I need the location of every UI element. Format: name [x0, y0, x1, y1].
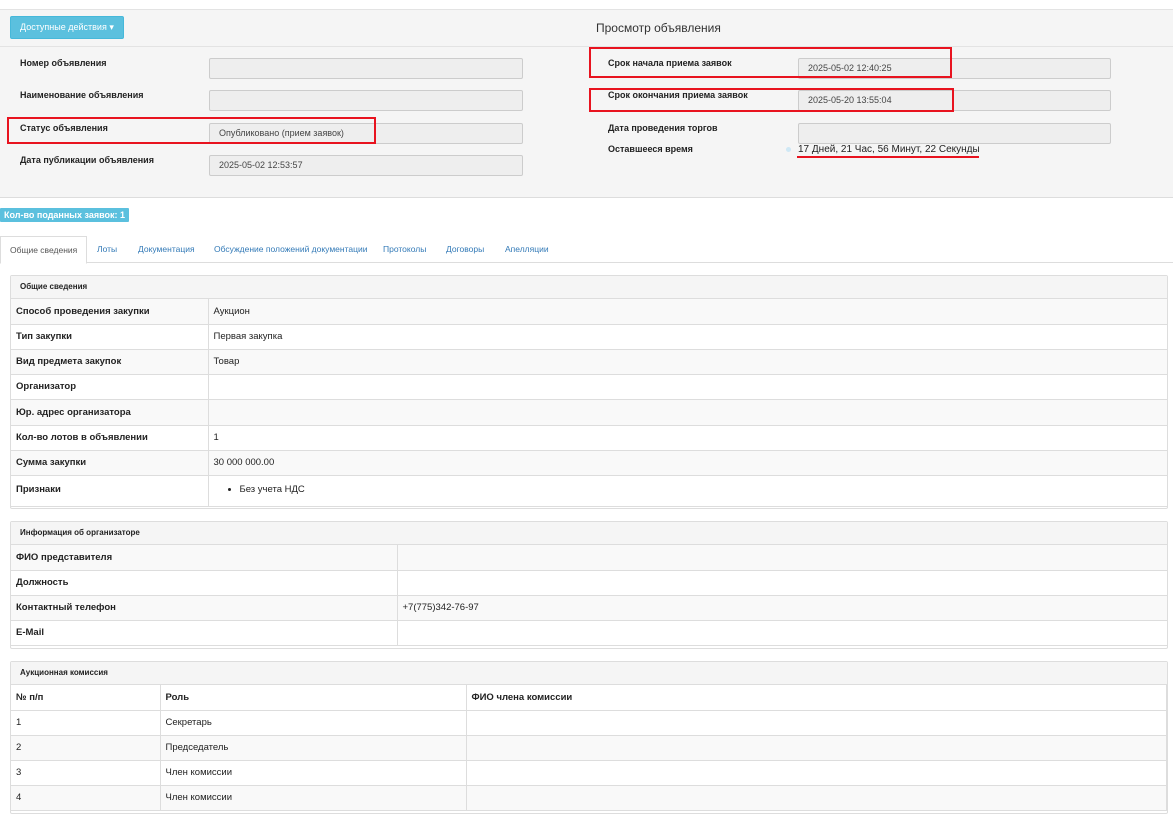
- cell-role: Член комиссии: [160, 760, 467, 786]
- row-value: Первая закупка: [208, 324, 1167, 350]
- highlight-start: [589, 47, 952, 78]
- cell-number: 3: [11, 760, 161, 786]
- table-row: 3 Член комиссии: [11, 760, 1167, 786]
- list-item: Без учета НДС: [240, 484, 1163, 495]
- cell-fio: [466, 785, 1167, 811]
- organizer-title: Информация об организаторе: [11, 522, 1167, 545]
- table-row: Юр. адрес организатора: [11, 399, 1167, 426]
- table-row: Способ проведения закупки Аукцион: [11, 299, 1167, 325]
- name-label: Наименование объявления: [20, 90, 144, 100]
- organizer-table: ФИО представителя Должность Контактный т…: [11, 545, 1167, 646]
- commission-table: № п/п Роль ФИО члена комиссии 1 Секретар…: [11, 685, 1167, 811]
- row-value: +7(775)342-76-97: [397, 595, 1167, 621]
- pub-date-field[interactable]: 2025-05-02 12:53:57: [209, 155, 523, 176]
- row-value: Без учета НДС: [208, 475, 1167, 507]
- row-value: [208, 374, 1167, 400]
- remaining-label: Оставшееся время: [608, 144, 693, 154]
- page-title: Просмотр объявления: [596, 21, 721, 35]
- cell-number: 4: [11, 785, 161, 811]
- tab-lots[interactable]: Лоты: [97, 236, 117, 263]
- row-value: 30 000 000.00: [208, 450, 1167, 476]
- cell-role: Председатель: [160, 735, 467, 761]
- row-key: Признаки: [11, 475, 209, 507]
- highlight-end: [589, 88, 954, 112]
- cell-fio: [466, 710, 1167, 736]
- general-info-panel: Общие сведения Способ проведения закупки…: [10, 275, 1168, 509]
- row-key: Вид предмета закупок: [11, 349, 209, 375]
- row-key: Кол-во лотов в объявлении: [11, 425, 209, 451]
- table-row: 1 Секретарь: [11, 710, 1167, 736]
- highlight-status: [7, 117, 376, 144]
- tab-appeals[interactable]: Апелляции: [505, 236, 549, 263]
- table-row: Признаки Без учета НДС: [11, 475, 1167, 507]
- row-value: [208, 399, 1167, 426]
- row-key: Контактный телефон: [11, 595, 398, 621]
- number-field[interactable]: [209, 58, 523, 79]
- organizer-panel: Информация об организаторе ФИО представи…: [10, 521, 1168, 649]
- col-header-number: № п/п: [11, 685, 161, 711]
- applications-count-badge: Кол-во поданных заявок: 1: [0, 208, 130, 222]
- row-key: E-Mail: [11, 620, 398, 646]
- col-header-role: Роль: [160, 685, 467, 711]
- row-value: 1: [208, 425, 1167, 451]
- tab-contracts[interactable]: Договоры: [446, 236, 484, 263]
- row-key: Организатор: [11, 374, 209, 400]
- number-label: Номер объявления: [20, 58, 107, 68]
- table-row: 2 Председатель: [11, 735, 1167, 761]
- table-row: Тип закупки Первая закупка: [11, 324, 1167, 350]
- table-row: Вид предмета закупок Товар: [11, 349, 1167, 375]
- remaining-time: 17 Дней, 21 Час, 56 Минут, 22 Секунды: [798, 144, 980, 155]
- row-key: Способ проведения закупки: [11, 299, 209, 325]
- cell-role: Секретарь: [160, 710, 467, 736]
- row-key: ФИО представителя: [11, 545, 398, 571]
- announcement-info-panel: Номер объявления Наименование объявления…: [0, 47, 1173, 198]
- indicator-dot-icon: [786, 147, 791, 152]
- cell-number: 2: [11, 735, 161, 761]
- auction-date-label: Дата проведения торгов: [608, 123, 718, 133]
- auction-date-field[interactable]: [798, 123, 1111, 144]
- cell-number: 1: [11, 710, 161, 736]
- tab-documentation[interactable]: Документация: [138, 236, 195, 263]
- actions-dropdown-button[interactable]: Доступные действия ▾: [10, 16, 124, 39]
- col-header-fio: ФИО члена комиссии: [466, 685, 1167, 711]
- tab-discussion[interactable]: Обсуждение положений документации: [214, 236, 368, 263]
- tab-bar: Общие сведения Лоты Документация Обсужде…: [0, 236, 1173, 264]
- table-row: Должность: [11, 570, 1167, 596]
- table-row: 4 Член комиссии: [11, 785, 1167, 811]
- row-value: [397, 545, 1167, 571]
- table-row: Сумма закупки 30 000 000.00: [11, 450, 1167, 476]
- table-row: Организатор: [11, 374, 1167, 400]
- table-row: Контактный телефон +7(775)342-76-97: [11, 595, 1167, 621]
- general-info-table: Способ проведения закупки Аукцион Тип за…: [11, 299, 1167, 507]
- table-row: E-Mail: [11, 620, 1167, 646]
- actions-button-label: Доступные действия: [20, 22, 107, 32]
- row-value: [397, 620, 1167, 646]
- table-row: Кол-во лотов в объявлении 1: [11, 425, 1167, 451]
- general-info-title: Общие сведения: [11, 276, 1167, 299]
- caret-down-icon: ▾: [109, 22, 114, 32]
- table-header-row: № п/п Роль ФИО члена комиссии: [11, 685, 1167, 711]
- name-field[interactable]: [209, 90, 523, 111]
- commission-panel: Аукционная комиссия № п/п Роль ФИО члена…: [10, 661, 1168, 814]
- cell-fio: [466, 735, 1167, 761]
- row-key: Тип закупки: [11, 324, 209, 350]
- tab-protocols[interactable]: Протоколы: [383, 236, 426, 263]
- cell-fio: [466, 760, 1167, 786]
- highlight-underline: [797, 156, 979, 158]
- table-row: ФИО представителя: [11, 545, 1167, 571]
- features-list: Без учета НДС: [214, 484, 1163, 495]
- top-bar: Доступные действия ▾ Просмотр объявления: [0, 9, 1173, 47]
- tab-general[interactable]: Общие сведения: [0, 236, 88, 264]
- cell-role: Член комиссии: [160, 785, 467, 811]
- pub-date-label: Дата публикации объявления: [20, 155, 154, 165]
- row-value: Товар: [208, 349, 1167, 375]
- commission-title: Аукционная комиссия: [11, 662, 1167, 685]
- row-value: [397, 570, 1167, 596]
- row-key: Сумма закупки: [11, 450, 209, 476]
- row-key: Должность: [11, 570, 398, 596]
- row-key: Юр. адрес организатора: [11, 399, 209, 426]
- row-value: Аукцион: [208, 299, 1167, 325]
